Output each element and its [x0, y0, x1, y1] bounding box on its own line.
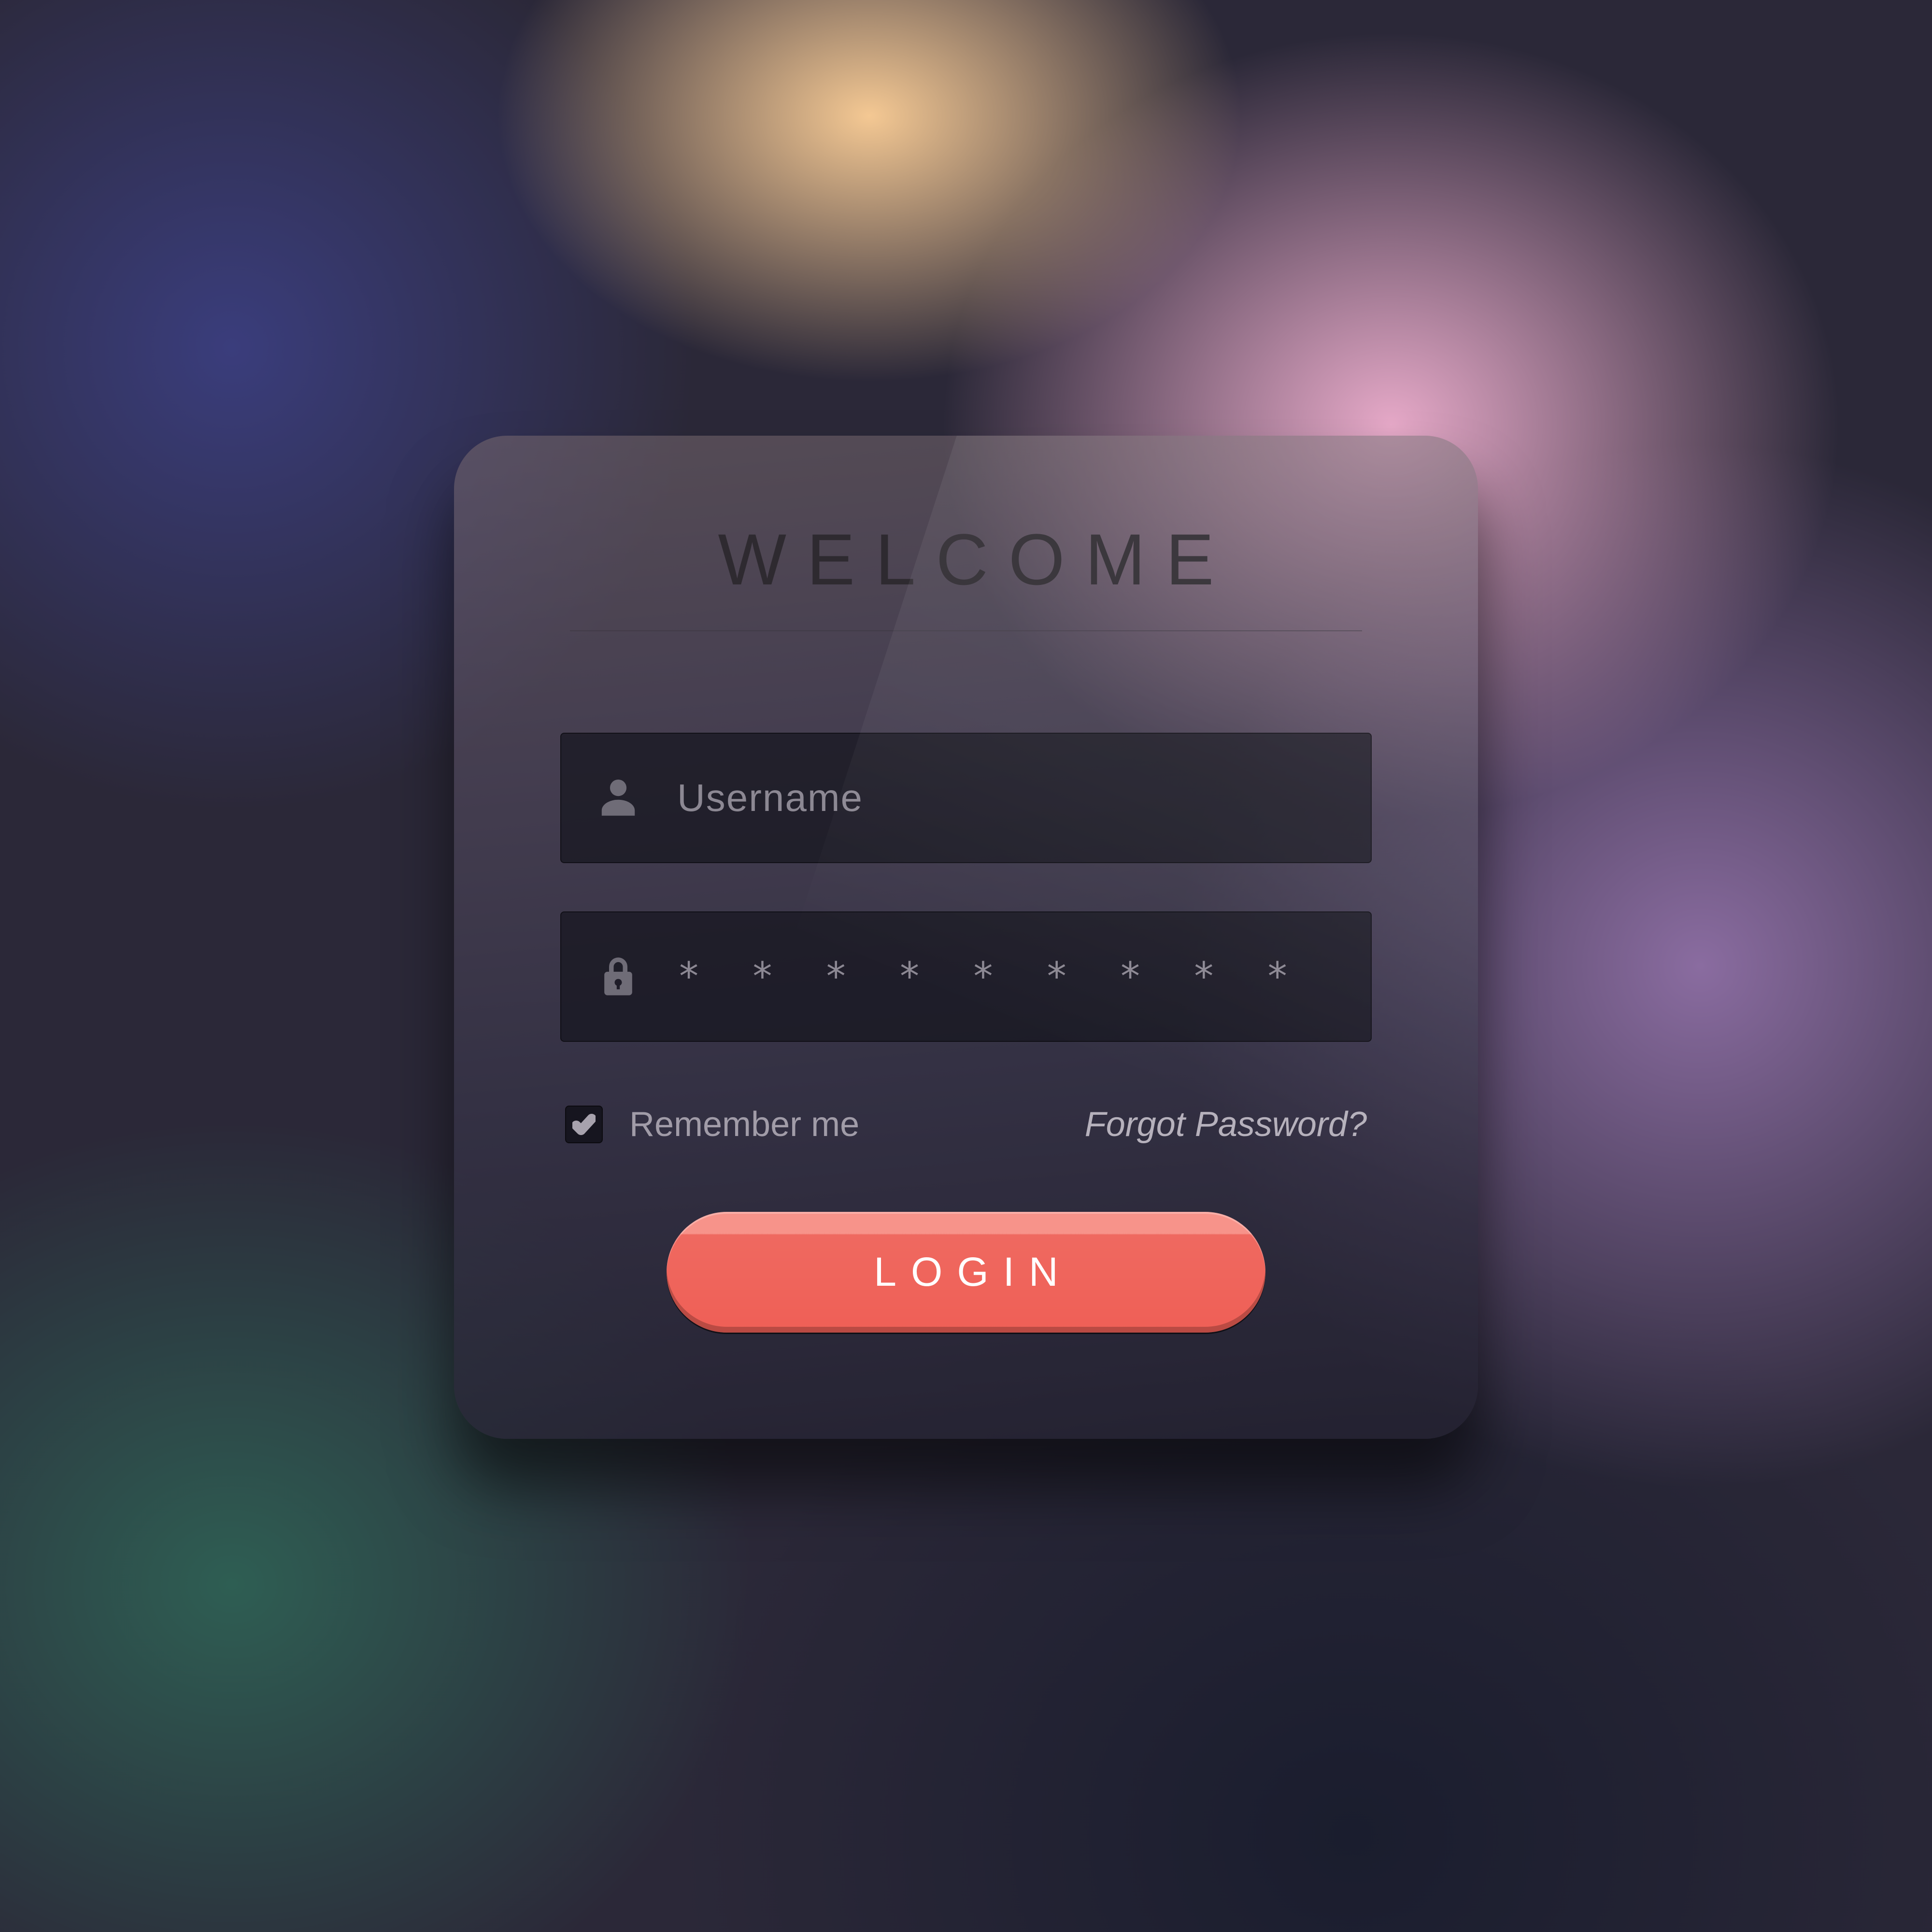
remember-checkbox[interactable]	[565, 1106, 603, 1143]
card-title: WELCOME	[560, 518, 1372, 630]
login-card: WELCOME * * * * * * * * * Remember me Fo…	[454, 436, 1478, 1439]
user-icon	[600, 776, 658, 820]
lock-icon	[600, 955, 658, 998]
password-mask: * * * * * * * * *	[658, 954, 1371, 999]
remember-label: Remember me	[629, 1105, 859, 1144]
login-button[interactable]: LOGIN	[667, 1212, 1265, 1333]
forgot-password-link[interactable]: Forgot Password?	[1085, 1105, 1367, 1144]
username-input[interactable]	[658, 734, 1371, 862]
options-row: Remember me Forgot Password?	[560, 1105, 1372, 1144]
password-field[interactable]: * * * * * * * * *	[560, 911, 1372, 1042]
username-field[interactable]	[560, 733, 1372, 863]
check-icon	[572, 1113, 596, 1136]
remember-me-toggle[interactable]: Remember me	[565, 1105, 859, 1144]
title-divider	[570, 630, 1362, 631]
